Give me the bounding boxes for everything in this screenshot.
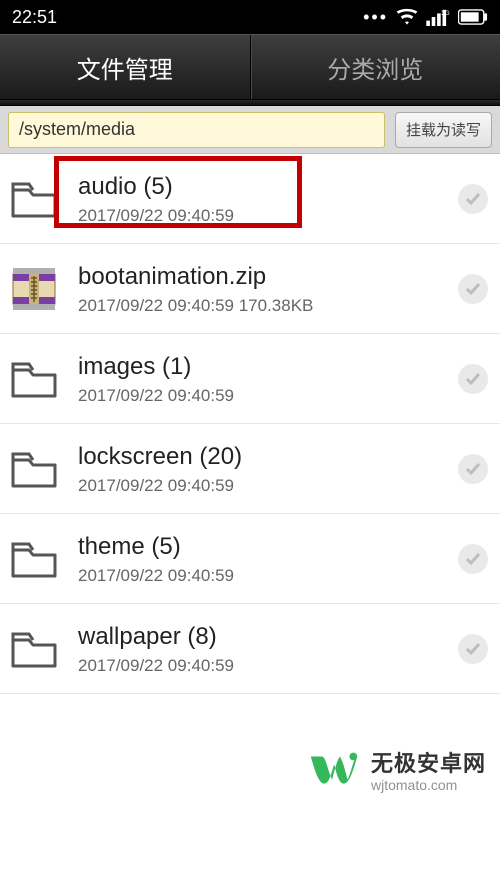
item-title: theme (5) bbox=[78, 532, 450, 562]
folder-icon bbox=[8, 353, 60, 405]
folder-icon bbox=[8, 533, 60, 585]
wifi-icon bbox=[396, 8, 418, 26]
item-title: wallpaper (8) bbox=[78, 622, 450, 652]
item-title: bootanimation.zip bbox=[78, 262, 450, 292]
item-sub: 2017/09/22 09:40:59 bbox=[78, 476, 450, 496]
item-sub: 2017/09/22 09:40:59 170.38KB bbox=[78, 296, 450, 316]
list-item[interactable]: wallpaper (8) 2017/09/22 09:40:59 bbox=[0, 604, 500, 694]
select-checkbox[interactable] bbox=[458, 274, 488, 304]
item-title: images (1) bbox=[78, 352, 450, 382]
folder-icon bbox=[8, 443, 60, 495]
list-item[interactable]: images (1) 2017/09/22 09:40:59 bbox=[0, 334, 500, 424]
list-item[interactable]: lockscreen (20) 2017/09/22 09:40:59 bbox=[0, 424, 500, 514]
list-item[interactable]: theme (5) 2017/09/22 09:40:59 bbox=[0, 514, 500, 604]
more-icon: ••• bbox=[363, 7, 388, 28]
list-item[interactable]: bootanimation.zip 2017/09/22 09:40:59 17… bbox=[0, 244, 500, 334]
screen: 22:51 ••• 3G 文件管理 分类浏览 /system/media 挂载为… bbox=[0, 0, 500, 889]
item-sub: 2017/09/22 09:40:59 bbox=[78, 656, 450, 676]
status-time: 22:51 bbox=[12, 7, 57, 28]
folder-icon bbox=[8, 623, 60, 675]
path-input[interactable]: /system/media bbox=[8, 112, 385, 148]
item-sub: 2017/09/22 09:40:59 bbox=[78, 386, 450, 406]
select-checkbox[interactable] bbox=[458, 634, 488, 664]
status-icons: ••• 3G bbox=[363, 7, 488, 28]
item-sub: 2017/09/22 09:40:59 bbox=[78, 566, 450, 586]
select-checkbox[interactable] bbox=[458, 544, 488, 574]
folder-icon bbox=[8, 173, 60, 225]
signal-icon: 3G bbox=[426, 8, 450, 26]
tab-label: 分类浏览 bbox=[327, 50, 423, 85]
watermark-title: 无极安卓网 bbox=[371, 751, 486, 776]
mount-rw-button[interactable]: 挂载为读写 bbox=[395, 112, 492, 148]
zip-icon bbox=[8, 263, 60, 315]
file-list: audio (5) 2017/09/22 09:40:59 boota bbox=[0, 154, 500, 694]
watermark-logo-icon bbox=[305, 743, 363, 801]
tab-category-browse[interactable]: 分类浏览 bbox=[250, 35, 500, 99]
svg-text:3G: 3G bbox=[441, 10, 450, 17]
path-bar: /system/media 挂载为读写 bbox=[0, 106, 500, 154]
battery-icon bbox=[458, 9, 488, 25]
item-title: lockscreen (20) bbox=[78, 442, 450, 472]
item-title: audio (5) bbox=[78, 172, 450, 202]
list-item[interactable]: audio (5) 2017/09/22 09:40:59 bbox=[0, 154, 500, 244]
watermark-sub: wjtomato.com bbox=[371, 777, 486, 793]
watermark: 无极安卓网 wjtomato.com bbox=[305, 743, 486, 801]
select-checkbox[interactable] bbox=[458, 364, 488, 394]
select-checkbox[interactable] bbox=[458, 454, 488, 484]
tab-label: 文件管理 bbox=[77, 50, 173, 85]
select-checkbox[interactable] bbox=[458, 184, 488, 214]
tab-file-management[interactable]: 文件管理 bbox=[0, 35, 250, 99]
tab-bar: 文件管理 分类浏览 bbox=[0, 34, 500, 100]
status-bar: 22:51 ••• 3G bbox=[0, 0, 500, 34]
item-sub: 2017/09/22 09:40:59 bbox=[78, 206, 450, 226]
